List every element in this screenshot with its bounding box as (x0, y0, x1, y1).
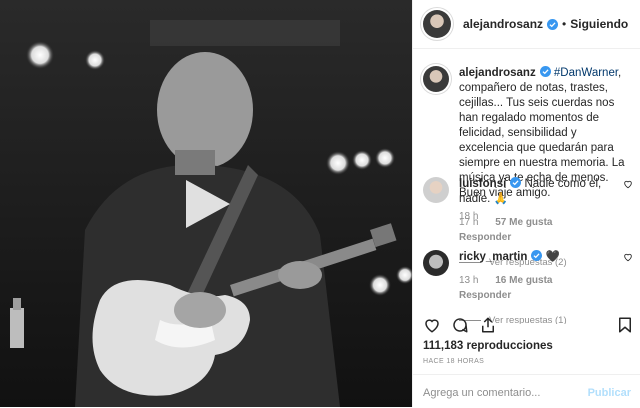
action-bar (413, 312, 640, 340)
commenter-username[interactable]: ricky_martin (459, 251, 527, 263)
comment-icon[interactable] (451, 316, 469, 334)
post-timestamp[interactable]: HACE 18 HORAS (423, 358, 484, 365)
bookmark-icon[interactable] (616, 316, 634, 334)
commenter-username[interactable]: luisfonsi (459, 178, 506, 190)
verified-badge-icon (531, 250, 543, 261)
caption-hashtag[interactable]: #DanWarner (554, 67, 618, 79)
commenter-avatar[interactable] (423, 250, 449, 276)
share-icon[interactable] (479, 316, 497, 334)
verified-badge-icon (510, 177, 522, 188)
comments-list[interactable]: alejandrosanz #DanWarner, compañero de n… (413, 54, 640, 324)
author-username[interactable]: alejandrosanz (463, 17, 543, 31)
reply-button[interactable]: Responder (459, 232, 511, 243)
comment-meta: 17 h 57 Me gusta Responder (459, 215, 633, 245)
caption-avatar[interactable] (423, 66, 449, 92)
comment-like-icon[interactable] (623, 179, 633, 189)
video-player[interactable] (0, 0, 412, 407)
reply-button[interactable]: Responder (459, 290, 511, 301)
comment-meta: 13 h 16 Me gusta Responder (459, 273, 633, 303)
add-comment-bar: Agrega un comentario... Publicar (413, 374, 640, 408)
comment-text: ricky_martin 🖤 (459, 250, 633, 265)
comment-like-icon[interactable] (623, 252, 633, 262)
play-icon[interactable] (176, 176, 236, 232)
header-separator: • (562, 17, 567, 31)
post-header: alejandrosanz • Siguiendo (413, 0, 640, 49)
comment-likes[interactable]: 16 Me gusta (495, 275, 552, 286)
black-heart-emoji: 🖤 (545, 251, 560, 263)
heart-icon[interactable] (423, 316, 441, 334)
comment-time[interactable]: 17 h (459, 217, 478, 228)
publish-button[interactable]: Publicar (588, 387, 631, 399)
view-count[interactable]: 111,183 reproducciones (423, 340, 553, 352)
verified-badge-icon (547, 18, 559, 30)
following-button[interactable]: Siguiendo (570, 17, 628, 31)
comment-text: luisfonsi Nadie como el, nadie. 🙏 (459, 177, 633, 207)
comment-time[interactable]: 13 h (459, 275, 478, 286)
author-avatar[interactable] (423, 10, 451, 38)
commenter-avatar[interactable] (423, 177, 449, 203)
caption-username[interactable]: alejandrosanz (459, 67, 536, 79)
pray-emoji: 🙏 (493, 193, 508, 205)
comment-likes[interactable]: 57 Me gusta (495, 217, 552, 228)
post-sidebar: alejandrosanz • Siguiendo alejandrosanz … (412, 0, 640, 407)
comment-input[interactable]: Agrega un comentario... (423, 387, 540, 399)
verified-badge-icon (539, 66, 551, 77)
